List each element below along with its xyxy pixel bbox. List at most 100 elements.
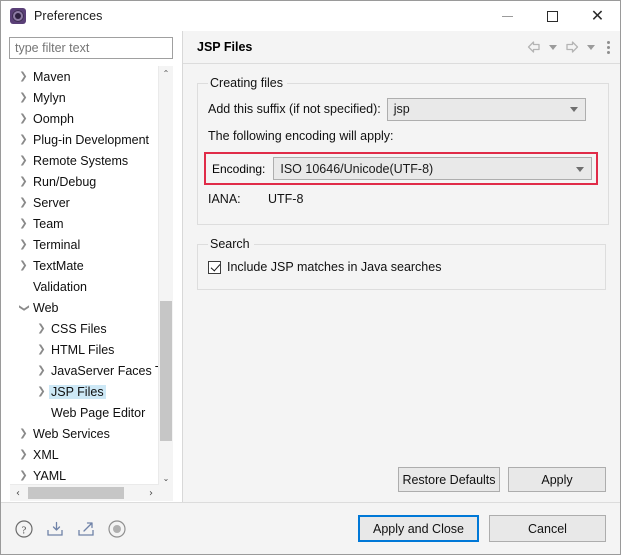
scroll-down-icon[interactable]: ⌄ <box>159 471 173 485</box>
panel-body: Creating files Add this suffix (if not s… <box>183 64 620 502</box>
help-icon[interactable]: ? <box>13 518 35 540</box>
forward-history-dropdown-icon[interactable] <box>584 36 598 58</box>
cancel-button[interactable]: Cancel <box>489 515 606 542</box>
tree-item-terminal[interactable]: ❯ Terminal <box>10 234 159 255</box>
suffix-label: Add this suffix (if not specified): <box>208 102 381 116</box>
left-column: ❯Maven❯Mylyn❯Oomph❯Plug-in Development❯R… <box>1 31 182 502</box>
chevron-right-icon[interactable]: ❯ <box>16 470 31 481</box>
back-arrow-icon[interactable] <box>524 36 544 58</box>
tree-item-xml[interactable]: ❯ XML <box>10 444 159 465</box>
iana-label: IANA: <box>208 192 241 206</box>
encoding-label: Encoding: <box>212 161 266 176</box>
horizontal-scroll-thumb[interactable] <box>28 487 124 499</box>
chevron-right-icon[interactable]: ❯ <box>16 113 31 124</box>
tree-item-javaserver-faces-to[interactable]: ❯ JavaServer Faces To <box>10 360 159 381</box>
tree-vertical-scrollbar[interactable]: ⌃ ⌄ <box>158 66 173 485</box>
include-jsp-matches-checkbox[interactable] <box>208 260 221 274</box>
suffix-combobox[interactable]: jsp <box>386 97 586 121</box>
page-title: JSP Files <box>197 40 253 54</box>
tree-item-label: Server <box>33 195 70 210</box>
tree-item-yaml[interactable]: ❯ YAML <box>10 465 159 485</box>
tree-item-validation[interactable]: Validation <box>10 276 159 297</box>
tree-item-mylyn[interactable]: ❯ Mylyn <box>10 87 159 108</box>
tree-item-label: Web <box>33 300 59 315</box>
chevron-right-icon[interactable]: ❯ <box>16 71 31 82</box>
panel-header: JSP Files <box>183 31 620 64</box>
tree-item-label: Web Page Editor <box>51 405 146 420</box>
include-jsp-matches-label: Include JSP matches in Java searches <box>227 260 442 274</box>
tree-item-textmate[interactable]: ❯ TextMate <box>10 255 159 276</box>
include-jsp-matches-row[interactable]: Include JSP matches in Java searches <box>208 257 595 277</box>
scroll-left-icon[interactable]: ‹ <box>10 485 26 501</box>
chevron-right-icon[interactable]: ❯ <box>34 344 49 355</box>
tree-item-web-page-editor[interactable]: Web Page Editor <box>10 402 159 423</box>
preferences-dialog: Preferences ✕ ❯Maven❯Mylyn❯Oomph❯Plug-in… <box>0 0 621 555</box>
search-input[interactable] <box>9 37 173 59</box>
export-icon[interactable] <box>75 518 97 540</box>
apply-button[interactable]: Apply <box>508 467 606 492</box>
tree-item-label: XML <box>33 447 59 462</box>
tree-item-css-files[interactable]: ❯ CSS Files <box>10 318 159 339</box>
chevron-right-icon[interactable]: ❯ <box>16 92 31 103</box>
tree-item-run-debug[interactable]: ❯ Run/Debug <box>10 171 159 192</box>
search-group: Search Include JSP matches in Java searc… <box>197 237 606 290</box>
forward-arrow-icon[interactable] <box>562 36 582 58</box>
chevron-right-icon[interactable]: ❯ <box>16 155 31 166</box>
tree-item-web-services[interactable]: ❯ Web Services <box>10 423 159 444</box>
record-icon[interactable] <box>106 518 128 540</box>
chevron-right-icon[interactable]: ❯ <box>34 365 49 376</box>
chevron-right-icon[interactable]: ❯ <box>16 239 31 250</box>
preferences-tree[interactable]: ❯ Maven ❯ Mylyn ❯ Oomph ❯ Plug-in Development ❯ R… <box>10 66 160 485</box>
title-bar: Preferences ✕ <box>1 1 620 31</box>
tree-item-jsp-files[interactable]: ❯ JSP Files <box>10 381 159 402</box>
tree-horizontal-scrollbar[interactable]: ‹ › <box>10 484 159 501</box>
chevron-down-icon[interactable]: ❯ <box>19 300 30 315</box>
tree-item-web[interactable]: ❯ Web <box>10 297 159 318</box>
preferences-tree-container: ❯ Maven ❯ Mylyn ❯ Oomph ❯ Plug-in Development ❯ R… <box>9 65 174 502</box>
tree-item-label: Terminal <box>33 237 81 252</box>
import-icon[interactable] <box>44 518 66 540</box>
chevron-right-icon[interactable]: ❯ <box>34 386 49 397</box>
chevron-right-icon[interactable]: ❯ <box>16 176 31 187</box>
chevron-right-icon[interactable]: ❯ <box>16 260 31 271</box>
maximize-button[interactable] <box>530 1 575 31</box>
tree-item-oomph[interactable]: ❯ Oomph <box>10 108 159 129</box>
dialog-action-buttons: Apply and Close Cancel <box>358 515 606 542</box>
chevron-right-icon[interactable]: ❯ <box>16 197 31 208</box>
minimize-button[interactable] <box>485 1 530 31</box>
view-menu-icon[interactable] <box>602 36 614 58</box>
tree-item-html-files[interactable]: ❯ HTML Files <box>10 339 159 360</box>
encoding-highlight-box: Encoding: ISO 10646/Unicode(UTF-8) <box>204 152 598 185</box>
dialog-footer: ? Apply and Close Cancel <box>1 502 620 554</box>
tree-item-maven[interactable]: ❯ Maven <box>10 66 159 87</box>
maximize-icon <box>547 10 558 22</box>
apply-and-close-button[interactable]: Apply and Close <box>358 515 479 542</box>
window-controls: ✕ <box>485 1 620 31</box>
tree-item-team[interactable]: ❯ Team <box>10 213 159 234</box>
tree-item-server[interactable]: ❯ Server <box>10 192 159 213</box>
chevron-right-icon[interactable]: ❯ <box>34 323 49 334</box>
scroll-up-icon[interactable]: ⌃ <box>159 66 173 80</box>
tree-item-label: HTML Files <box>51 342 115 357</box>
tree-item-plug-in-development[interactable]: ❯ Plug-in Development <box>10 129 159 150</box>
iana-row: IANA: UTF-8 <box>208 189 598 209</box>
tree-item-label: Web Services <box>33 426 110 441</box>
window-title: Preferences <box>34 9 103 23</box>
creating-files-legend: Creating files <box>210 76 283 90</box>
chevron-down-icon <box>569 107 578 112</box>
tree-item-remote-systems[interactable]: ❯ Remote Systems <box>10 150 159 171</box>
encoding-combobox[interactable]: ISO 10646/Unicode(UTF-8) <box>273 157 592 180</box>
close-button[interactable]: ✕ <box>575 1 620 31</box>
vertical-scroll-thumb[interactable] <box>160 301 172 441</box>
restore-defaults-button[interactable]: Restore Defaults <box>398 467 500 492</box>
chevron-right-icon[interactable]: ❯ <box>16 134 31 145</box>
encoding-value: ISO 10646/Unicode(UTF-8) <box>280 161 434 176</box>
chevron-right-icon[interactable]: ❯ <box>16 428 31 439</box>
chevron-right-icon[interactable]: ❯ <box>16 449 31 460</box>
preference-page-panel: JSP Files Creating files Add this suffix… <box>182 31 620 502</box>
chevron-right-icon[interactable]: ❯ <box>16 218 31 229</box>
panel-toolbar <box>524 36 614 58</box>
back-history-dropdown-icon[interactable] <box>546 36 560 58</box>
page-action-buttons: Restore Defaults Apply <box>398 467 606 492</box>
scroll-right-icon[interactable]: › <box>143 485 159 501</box>
